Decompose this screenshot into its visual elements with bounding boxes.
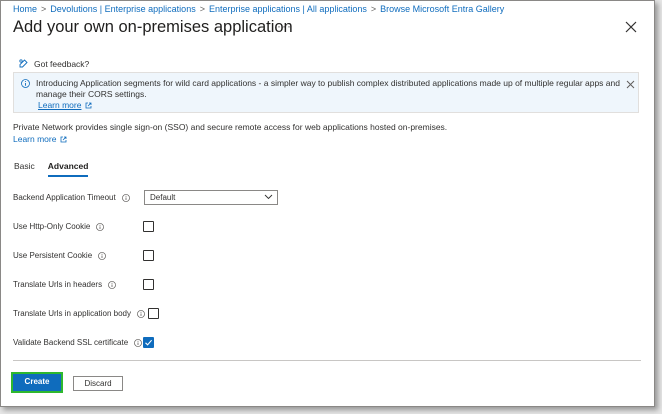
persistent-cookie-label: Use Persistent Cookie — [13, 251, 93, 260]
feedback-label: Got feedback? — [34, 58, 90, 69]
translate-body-row: Translate Urls in application body — [13, 309, 145, 318]
breadcrumb-separator: > — [199, 4, 205, 14]
more-options-button[interactable]: ··· — [277, 19, 292, 33]
breadcrumb-separator: > — [370, 4, 377, 14]
breadcrumb-all-apps[interactable]: Enterprise applications | All applicatio… — [209, 4, 367, 14]
tab-advanced[interactable]: Advanced — [47, 161, 89, 177]
timeout-select[interactable]: Default — [144, 190, 278, 205]
http-only-cookie-row: Use Http-Only Cookie — [13, 222, 105, 231]
external-link-icon — [86, 102, 92, 109]
breadcrumb: Home > Devolutions | Enterprise applicatio… — [13, 4, 504, 14]
learn-more-label: Learn more — [13, 134, 57, 144]
feedback-button[interactable]: Got feedback? — [18, 58, 89, 69]
persistent-cookie-checkbox[interactable] — [143, 250, 154, 261]
banner-learn-more-label: Learn more — [38, 100, 82, 110]
external-link-icon — [61, 136, 67, 142]
create-button[interactable]: Create — [11, 372, 63, 393]
learn-more-link[interactable]: Learn more — [13, 134, 67, 144]
tab-basic[interactable]: Basic — [14, 161, 35, 177]
validate-ssl-checkbox[interactable] — [143, 337, 154, 348]
http-only-cookie-checkbox[interactable] — [143, 221, 154, 232]
banner-close-icon[interactable] — [626, 80, 635, 89]
validate-ssl-row: Validate Backend SSL certificate — [13, 338, 143, 347]
discard-button[interactable]: Discard — [73, 376, 123, 391]
http-only-cookie-label: Use Http-Only Cookie — [13, 222, 91, 231]
page-title: Add your own on-premises application — [13, 18, 293, 36]
info-icon[interactable] — [121, 193, 130, 202]
chevron-down-icon — [264, 194, 273, 200]
info-icon[interactable] — [137, 309, 145, 318]
close-icon[interactable] — [625, 21, 637, 33]
info-banner: Introducing Application segments for wil… — [13, 72, 639, 113]
info-icon[interactable] — [98, 251, 107, 260]
breadcrumb-gallery[interactable]: Browse Microsoft Entra Gallery — [380, 4, 504, 14]
timeout-label: Backend Application Timeout — [13, 193, 116, 202]
description-text: Private Network provides single sign-on … — [13, 122, 448, 132]
footer-divider — [13, 360, 641, 361]
checkmark-icon — [145, 339, 153, 346]
timeout-select-value: Default — [150, 193, 176, 202]
info-icon — [21, 79, 30, 88]
breadcrumb-home[interactable]: Home — [13, 4, 37, 14]
banner-text: Introducing Application segments for wil… — [36, 78, 620, 99]
translate-body-label: Translate Urls in application body — [13, 309, 131, 318]
info-icon[interactable] — [96, 222, 105, 231]
tab-bar: Basic Advanced — [14, 161, 101, 177]
breadcrumb-separator: > — [41, 4, 47, 14]
dialog-panel: Home > Devolutions | Enterprise applicatio… — [0, 0, 655, 407]
validate-ssl-label: Validate Backend SSL certificate — [13, 338, 129, 347]
translate-headers-label: Translate Urls in headers — [13, 280, 103, 289]
info-icon[interactable] — [108, 280, 116, 289]
breadcrumb-enterprise-apps[interactable]: Devolutions | Enterprise applications — [50, 4, 195, 14]
translate-headers-row: Translate Urls in headers — [13, 280, 116, 289]
translate-body-checkbox[interactable] — [148, 308, 159, 319]
feedback-icon — [19, 59, 28, 68]
translate-headers-checkbox[interactable] — [143, 279, 154, 290]
info-icon[interactable] — [134, 338, 143, 347]
banner-learn-more-link[interactable]: Learn more — [38, 100, 92, 111]
persistent-cookie-row: Use Persistent Cookie — [13, 251, 107, 260]
timeout-row: Backend Application Timeout — [13, 193, 130, 202]
